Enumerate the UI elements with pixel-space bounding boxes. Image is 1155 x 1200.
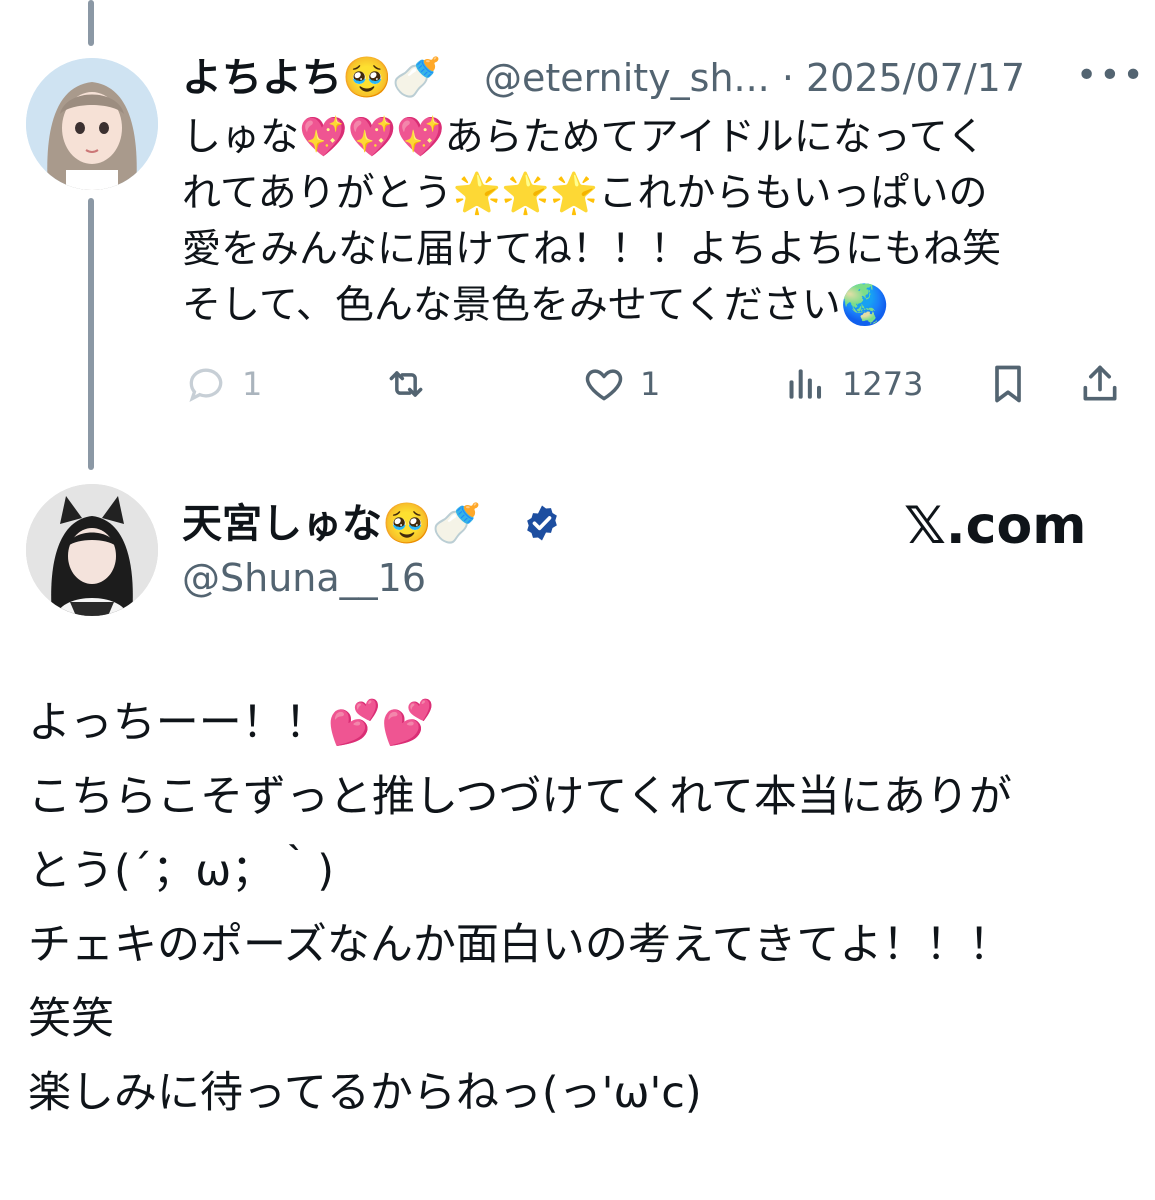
avatar-image (26, 484, 158, 616)
bookmark-icon (995, 365, 1021, 403)
reply-button[interactable]: 1 (184, 356, 262, 412)
bar-chart-icon (789, 369, 822, 399)
views-count: 1273 (842, 365, 924, 403)
avatar-image (26, 58, 158, 190)
more-options-icon[interactable]: ••• (1076, 50, 1146, 102)
op-author-avatar[interactable] (26, 484, 158, 616)
reply-author-name[interactable]: よちよち🥹🍼 (182, 52, 442, 104)
op-tweet-text: よっちーー！！💕💕 こちらこそずっと推しつづけてくれて本当にありが とう(´；ω… (28, 698, 1012, 1118)
reply-author-avatar[interactable] (26, 58, 158, 190)
heart-icon (585, 369, 623, 401)
op-author-handle[interactable]: @Shuna__16 (182, 552, 426, 604)
share-icon (1083, 365, 1117, 401)
op-author-name[interactable]: 天宮しゅな🥹🍼 (182, 498, 482, 550)
bookmark-button[interactable] (986, 356, 1030, 412)
views-button[interactable]: 1273 (784, 356, 923, 412)
x-com-logo: 𝕏.com (904, 496, 1087, 556)
reply-tweet-text: しゅな💖💖💖あらためてアイドルになってく れてありがとう🌟🌟🌟これからもいっぱい… (182, 115, 1002, 328)
reply-count: 1 (242, 365, 263, 403)
share-button[interactable] (1078, 356, 1122, 412)
thread-line (88, 198, 94, 470)
speech-bubble-icon (189, 368, 223, 403)
reply-author-handle-and-date[interactable]: @eternity_sh... · 2025/07/17 (484, 52, 1025, 104)
verified-badge-icon (527, 505, 557, 541)
like-count: 1 (640, 365, 661, 403)
retweet-button[interactable] (384, 356, 442, 412)
retweet-icon (389, 371, 423, 397)
like-button[interactable]: 1 (582, 356, 660, 412)
thread-line-top (88, 0, 94, 46)
